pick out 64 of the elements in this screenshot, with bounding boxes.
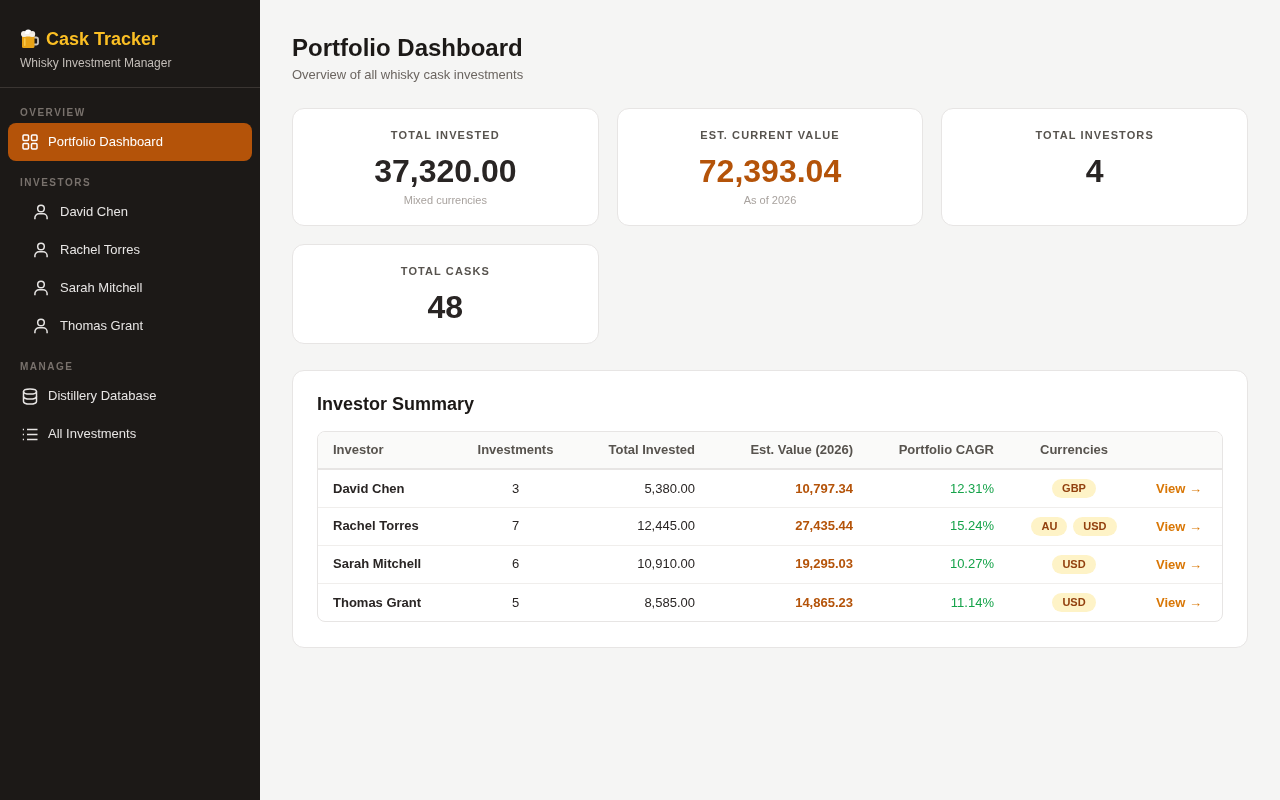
table-cell: 14,865.23 [710,583,868,621]
nav-item[interactable]: David Chen [8,193,252,231]
currency-tag: GBP [1052,478,1096,498]
nav-item[interactable]: Rachel Torres [8,231,252,269]
table-cell: 7 [456,507,575,545]
column-header: Currencies [1009,432,1139,469]
table-cell: 11.14% [868,583,1009,621]
table-cell: 5 [456,583,575,621]
table-cell: 12.31% [868,469,1009,507]
person-icon [34,318,48,334]
stat-value: 4 [1085,153,1104,189]
table-cell: 10,910.00 [575,545,710,583]
section-label: MANAGE [19,360,75,374]
column-header: Investor [318,432,456,469]
table-cell: 5,380.00 [575,469,710,507]
nav-item[interactable]: Portfolio Dashboard [8,123,252,161]
table-cell: 8,585.00 [575,583,710,621]
table-cell: 12,445.00 [575,507,710,545]
panel-title: Investor Summary [317,393,476,416]
currency-tag: USD [1052,554,1096,574]
stat-label: TOTAL INVESTORS [1035,128,1154,143]
investor-name: Rachel Torres [318,507,456,545]
nav-item[interactable]: Distillery Database [8,377,252,415]
app-subtitle: Whisky Investment Manager [20,55,173,71]
table-cell: 10.27% [868,545,1009,583]
stat-note: As of 2026 [743,193,797,207]
stat-value: 48 [427,289,464,325]
section-label: OVERVIEW [19,106,87,120]
section-label: INVESTORS [19,176,93,190]
database-icon [22,387,38,405]
table-cell: 6 [456,545,575,583]
table-cell: 10,797.34 [710,469,868,507]
page-title: Portfolio Dashboard [292,34,524,62]
column-header: Total Invested [575,432,710,469]
page-subtitle: Overview of all whisky cask investments [292,66,525,84]
stat-label: EST. CURRENT VALUE [700,128,840,143]
table-cell: 27,435.44 [710,507,868,545]
table-cell: 19,295.03 [710,545,868,583]
beer-mug-icon [20,29,40,49]
currency-tag: USD [1073,516,1117,536]
column-header: Est. Value (2026) [710,432,868,469]
column-header: Portfolio CAGR [868,432,1009,469]
investor-name: Sarah Mitchell [318,545,456,583]
nav-item[interactable]: Sarah Mitchell [8,269,252,307]
investor-name: David Chen [318,469,456,507]
stat-label: TOTAL INVESTED [390,128,500,143]
person-icon [34,280,48,296]
column-header: Investments [456,432,575,469]
currency-tag: USD [1052,592,1096,612]
table-cell: 3 [456,469,575,507]
person-icon [34,204,48,220]
investor-name: Thomas Grant [318,583,456,621]
list-icon [22,427,38,441]
nav-item[interactable]: All Investments [8,415,252,453]
grid-icon [22,134,38,150]
table-cell: 15.24% [868,507,1009,545]
currency-tag: AU [1031,516,1068,536]
person-icon [34,242,48,258]
stat-label: TOTAL CASKS [400,264,490,279]
nav-item[interactable]: Thomas Grant [8,307,252,345]
stat-note: Mixed currencies [403,193,487,207]
stat-value: 72,393.04 [698,153,842,189]
app-title: Cask Tracker [46,28,159,50]
stat-value: 37,320.00 [374,153,517,189]
